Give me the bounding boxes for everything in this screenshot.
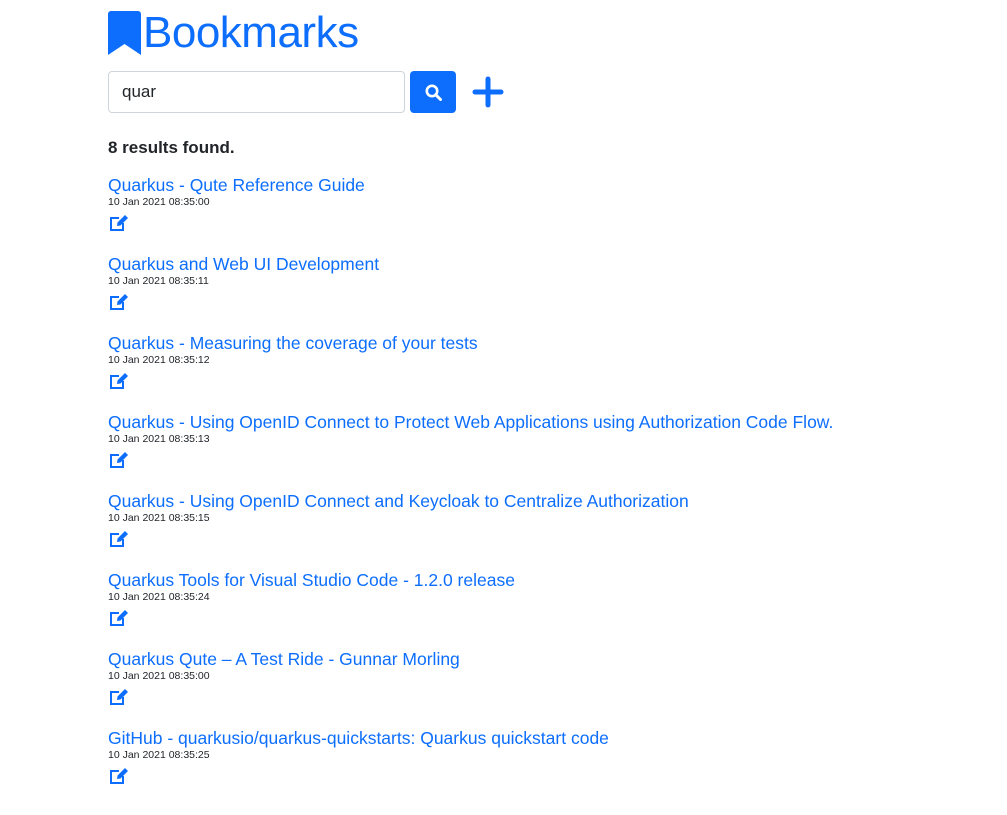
main-container: Bookmarks 8 results found. Quarkus - Qut… [108, 0, 988, 806]
list-item: Quarkus - Using OpenID Connect and Keycl… [108, 490, 988, 569]
page-header: Bookmarks [108, 0, 988, 66]
search-icon [425, 84, 442, 101]
list-item: GitHub - quarkusio/quarkus-quickstarts: … [108, 727, 988, 806]
edit-icon[interactable] [108, 608, 129, 628]
bookmark-link[interactable]: Quarkus - Measuring the coverage of your… [108, 332, 478, 354]
edit-icon[interactable] [108, 766, 129, 786]
bookmark-date: 10 Jan 2021 08:35:11 [108, 275, 209, 287]
page-title: Bookmarks [143, 8, 359, 57]
edit-icon[interactable] [108, 292, 129, 312]
bookmark-link[interactable]: GitHub - quarkusio/quarkus-quickstarts: … [108, 727, 609, 749]
bookmark-date: 10 Jan 2021 08:35:00 [108, 670, 210, 682]
search-input[interactable] [108, 71, 405, 113]
results-summary: 8 results found. [108, 138, 235, 157]
add-bookmark-button[interactable] [470, 71, 506, 113]
edit-icon[interactable] [108, 529, 129, 549]
bookmark-link[interactable]: Quarkus Qute – A Test Ride - Gunnar Morl… [108, 648, 460, 670]
edit-icon[interactable] [108, 371, 129, 391]
bookmark-date: 10 Jan 2021 08:35:12 [108, 354, 210, 366]
plus-icon [472, 76, 504, 108]
edit-icon[interactable] [108, 687, 129, 707]
results-list: Quarkus - Qute Reference Guide 10 Jan 20… [108, 174, 988, 806]
bookmark-date: 10 Jan 2021 08:35:24 [108, 591, 210, 603]
bookmark-icon [108, 11, 141, 55]
list-item: Quarkus - Using OpenID Connect to Protec… [108, 411, 988, 490]
bookmark-link[interactable]: Quarkus - Using OpenID Connect to Protec… [108, 411, 833, 433]
bookmark-date: 10 Jan 2021 08:35:00 [108, 196, 210, 208]
bookmark-date: 10 Jan 2021 08:35:15 [108, 512, 210, 524]
list-item: Quarkus Qute – A Test Ride - Gunnar Morl… [108, 648, 988, 727]
edit-icon[interactable] [108, 450, 129, 470]
bookmark-link[interactable]: Quarkus - Qute Reference Guide [108, 174, 365, 196]
search-button[interactable] [410, 71, 456, 113]
bookmark-date: 10 Jan 2021 08:35:13 [108, 433, 210, 445]
bookmark-link[interactable]: Quarkus Tools for Visual Studio Code - 1… [108, 569, 515, 591]
search-bar [108, 71, 988, 113]
bookmark-date: 10 Jan 2021 08:35:25 [108, 749, 210, 761]
list-item: Quarkus - Measuring the coverage of your… [108, 332, 988, 411]
list-item: Quarkus Tools for Visual Studio Code - 1… [108, 569, 988, 648]
list-item: Quarkus and Web UI Development 10 Jan 20… [108, 253, 988, 332]
bookmark-link[interactable]: Quarkus and Web UI Development [108, 253, 379, 275]
list-item: Quarkus - Qute Reference Guide 10 Jan 20… [108, 174, 988, 253]
edit-icon[interactable] [108, 213, 129, 233]
bookmark-link[interactable]: Quarkus - Using OpenID Connect and Keycl… [108, 490, 689, 512]
